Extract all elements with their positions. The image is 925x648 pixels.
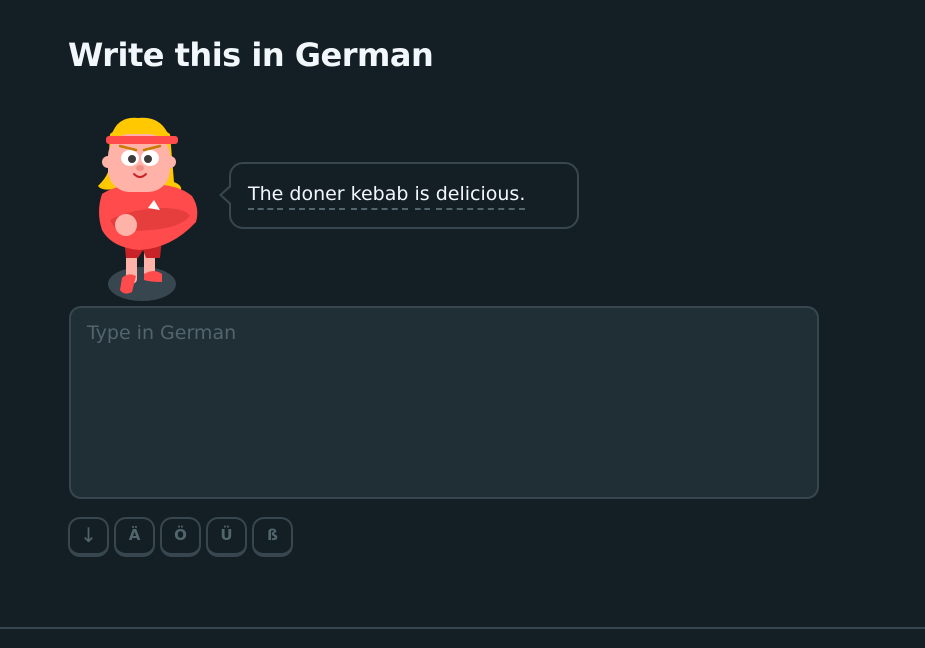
key-o-umlaut[interactable]: Ö [160,517,201,557]
answer-input[interactable] [69,306,819,499]
prompt-word[interactable]: The [248,183,284,210]
key-a-umlaut[interactable]: Ä [114,517,155,557]
down-arrow-icon[interactable]: ↓ [68,517,109,557]
speech-bubble-tail [219,184,231,206]
key-eszett[interactable]: ß [252,517,293,557]
prompt-word[interactable]: is [414,183,430,210]
prompt-word[interactable]: doner [289,183,345,210]
key-u-umlaut[interactable]: Ü [206,517,247,557]
prompt-sentence: The doner kebab is delicious. [248,183,526,210]
page-title: Write this in German [68,36,434,74]
special-character-keys: ↓ Ä Ö Ü ß [68,517,293,557]
speech-bubble: The doner kebab is delicious. [219,162,579,229]
footer-divider [0,627,925,629]
prompt-word[interactable]: kebab [350,183,409,210]
character-illustration [98,117,198,301]
prompt-word[interactable]: delicious. [435,183,526,210]
